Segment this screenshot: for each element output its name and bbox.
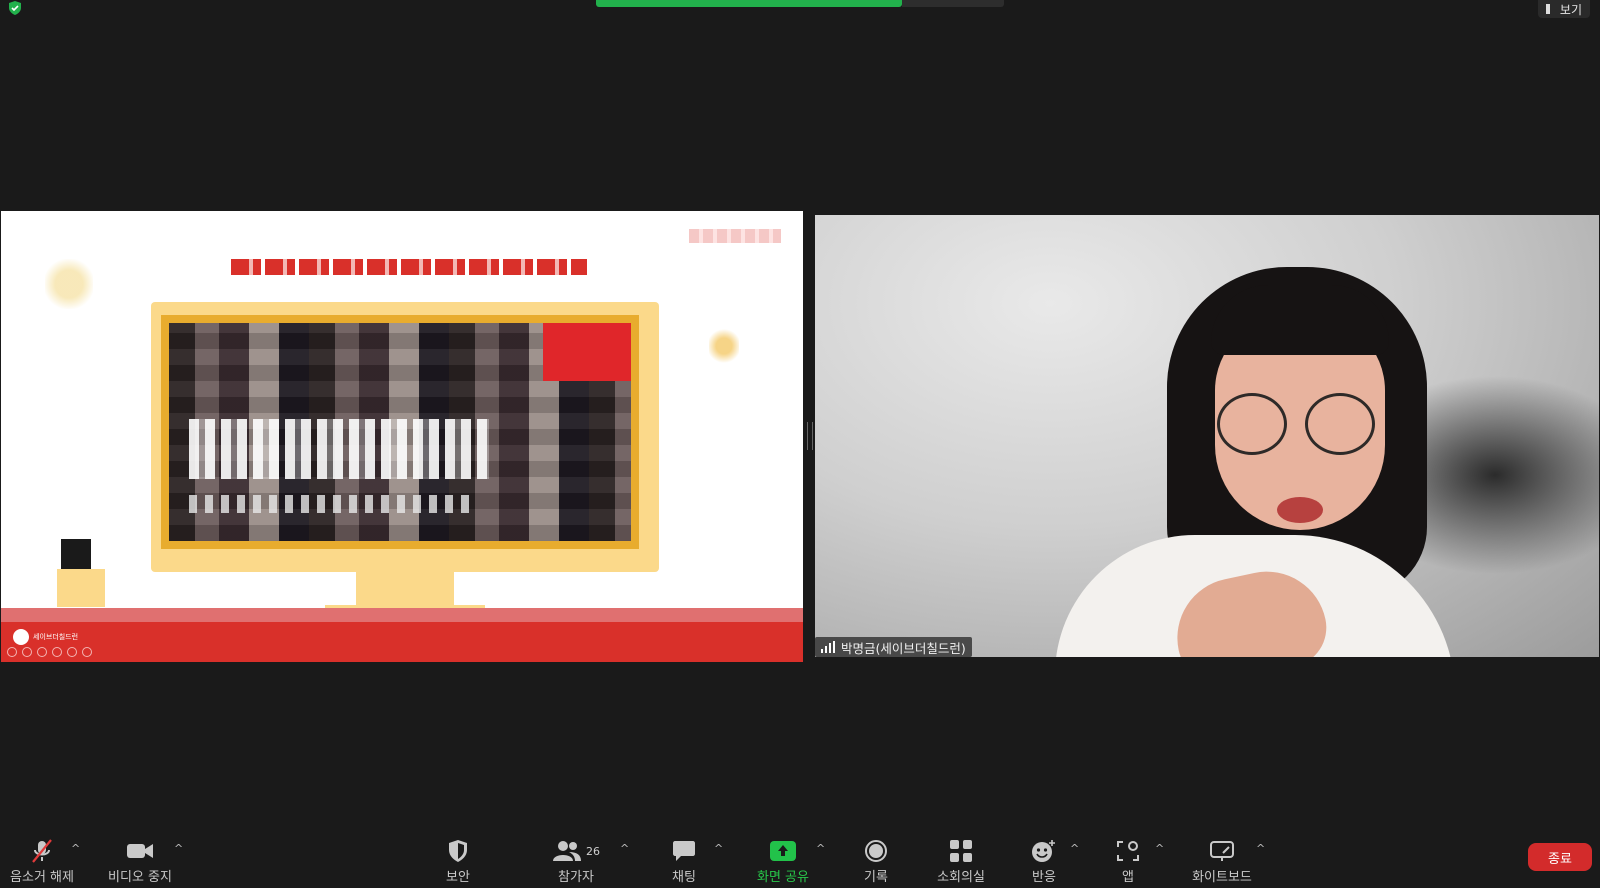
chat-options-caret-icon[interactable]: ^	[714, 842, 723, 855]
slide-decoration	[45, 259, 93, 309]
next-slide-icon[interactable]	[22, 647, 32, 657]
slide-headline	[231, 259, 587, 275]
apps-button[interactable]: 앱	[1088, 832, 1168, 888]
screen-share-banner[interactable]	[596, 0, 902, 7]
apps-label: 앱	[1122, 870, 1134, 885]
logo-mark-icon	[13, 629, 29, 645]
stop-video-label: 비디오 중지	[108, 870, 172, 885]
reactions-label: 반응	[1032, 870, 1056, 885]
slide-subcaption	[189, 495, 469, 513]
slide-character-head	[61, 539, 91, 569]
participants-label: 참가자	[558, 870, 594, 885]
whiteboard-label: 화이트보드	[1192, 870, 1252, 885]
breakout-rooms-icon	[949, 838, 973, 864]
record-icon	[864, 838, 888, 864]
slide-red-badge	[543, 323, 631, 381]
participant-name: 박명금(세이브더칠드런)	[841, 640, 966, 656]
chat-bubble-icon	[672, 838, 696, 864]
save-the-children-logo: 세이브더칠드런	[13, 629, 78, 645]
pen-icon[interactable]	[37, 647, 47, 657]
zoom-icon[interactable]	[67, 647, 77, 657]
monitor-stand	[356, 571, 454, 609]
whiteboard-button[interactable]: 화이트보드	[1180, 832, 1264, 888]
slide-corner-tag	[689, 229, 781, 243]
emoji-plus-icon	[1031, 838, 1057, 864]
record-label: 기록	[864, 870, 888, 885]
security-shield-icon[interactable]	[8, 0, 22, 15]
meeting-toolbar: 음소거 해제 ^ 비디오 중지 ^ 보안 26 참가자 ^ 채팅 ^ 화면 공유	[0, 832, 1600, 888]
share-screen-button[interactable]: 화면 공유	[743, 832, 823, 888]
participants-icon: 26	[552, 838, 600, 864]
stop-video-button[interactable]: 비디오 중지	[100, 832, 180, 888]
split-divider-handle[interactable]	[807, 422, 813, 450]
slide-monitor-screen	[161, 315, 639, 549]
participant-name-tag: 박명금(세이브더칠드런)	[815, 637, 972, 657]
video-camera-icon	[126, 838, 154, 864]
participants-options-caret-icon[interactable]: ^	[620, 842, 629, 855]
share-screen-icon	[769, 838, 797, 864]
shared-screen[interactable]: 세이브더칠드런	[1, 211, 803, 662]
slides-icon[interactable]	[52, 647, 62, 657]
whiteboard-options-caret-icon[interactable]: ^	[1256, 842, 1265, 855]
glasses-left	[1217, 393, 1287, 455]
slide-caption	[189, 419, 489, 479]
apps-icon	[1116, 838, 1140, 864]
security-label: 보안	[446, 870, 470, 885]
breakout-rooms-label: 소회의실	[937, 870, 985, 885]
end-meeting-button[interactable]: 종료	[1528, 843, 1592, 871]
shield-icon	[447, 838, 469, 864]
share-screen-label: 화면 공유	[757, 870, 809, 885]
muted-mic-icon	[29, 838, 55, 864]
whiteboard-icon	[1209, 838, 1235, 864]
prev-slide-icon[interactable]	[7, 647, 17, 657]
apps-options-caret-icon[interactable]: ^	[1155, 842, 1164, 855]
video-options-caret-icon[interactable]: ^	[174, 842, 183, 855]
slide-character-body	[57, 569, 105, 607]
chat-button[interactable]: 채팅	[644, 832, 724, 888]
glasses-right	[1305, 393, 1375, 455]
more-icon[interactable]	[82, 647, 92, 657]
video-person-mouth	[1277, 497, 1323, 523]
breakout-rooms-button[interactable]: 소회의실	[921, 832, 1001, 888]
record-button[interactable]: 기록	[836, 832, 916, 888]
participants-count: 26	[586, 844, 600, 858]
reactions-button[interactable]: 반응	[1004, 832, 1084, 888]
reactions-options-caret-icon[interactable]: ^	[1070, 842, 1079, 855]
slide-toolbar	[7, 647, 92, 657]
share-options-button[interactable]	[902, 0, 1004, 7]
participants-button[interactable]: 26 참가자	[528, 832, 624, 888]
slide-decoration	[709, 329, 739, 363]
unmute-label: 음소거 해제	[10, 870, 74, 885]
chat-label: 채팅	[672, 870, 696, 885]
view-grid-icon	[1545, 4, 1555, 14]
view-button[interactable]: 보기	[1537, 0, 1590, 18]
security-button[interactable]: 보안	[418, 832, 498, 888]
signal-strength-icon	[821, 641, 835, 653]
view-label: 보기	[1559, 2, 1582, 17]
participant-video[interactable]	[815, 215, 1599, 657]
audio-options-caret-icon[interactable]: ^	[71, 842, 80, 855]
video-person-hair	[1211, 285, 1389, 355]
logo-text: 세이브더칠드런	[33, 633, 79, 641]
unmute-button[interactable]: 음소거 해제	[2, 832, 82, 888]
slide-floor-line	[1, 608, 803, 622]
share-options-caret-icon[interactable]: ^	[816, 842, 825, 855]
